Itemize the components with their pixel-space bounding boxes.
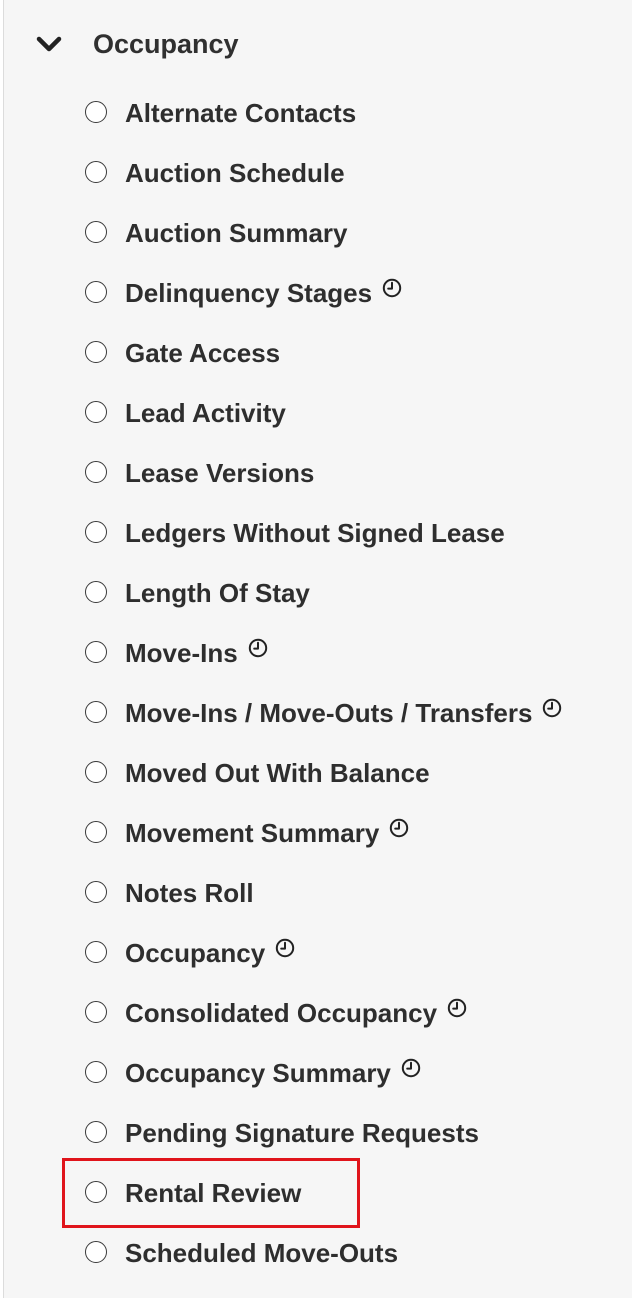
radio-unchecked-icon[interactable] bbox=[85, 881, 107, 903]
report-label-text: Gate Access bbox=[125, 338, 281, 368]
report-label-text: Occupancy Summary bbox=[125, 1058, 391, 1088]
report-label[interactable]: Notes Roll bbox=[125, 876, 254, 910]
report-item-move-ins-move-outs-transfers[interactable]: Move-Ins / Move-Outs / Transfers bbox=[4, 684, 632, 744]
radio-unchecked-icon[interactable] bbox=[85, 581, 107, 603]
radio-unchecked-icon[interactable] bbox=[85, 1181, 107, 1203]
report-label[interactable]: Lead Activity bbox=[125, 396, 286, 430]
radio-unchecked-icon[interactable] bbox=[85, 1241, 107, 1263]
report-item-consolidated-occupancy[interactable]: Consolidated Occupancy bbox=[4, 984, 632, 1044]
report-label-text: Consolidated Occupancy bbox=[125, 998, 438, 1028]
clock-icon bbox=[248, 638, 267, 658]
report-label-text: Move-Ins bbox=[125, 638, 238, 668]
report-item-length-of-stay[interactable]: Length Of Stay bbox=[4, 564, 632, 624]
report-label-text: Movement Summary bbox=[125, 818, 380, 848]
report-item-scheduled-move-outs[interactable]: Scheduled Move-Outs bbox=[4, 1224, 632, 1284]
radio-unchecked-icon[interactable] bbox=[85, 341, 107, 363]
report-item-rental-review[interactable]: Rental Review bbox=[4, 1164, 632, 1224]
radio-unchecked-icon[interactable] bbox=[85, 641, 107, 663]
report-label-text: Auction Schedule bbox=[125, 158, 345, 188]
report-item-auction-schedule[interactable]: Auction Schedule bbox=[4, 144, 632, 204]
radio-unchecked-icon[interactable] bbox=[85, 521, 107, 543]
section-header-occupancy[interactable]: Occupancy bbox=[4, 14, 632, 74]
radio-unchecked-icon[interactable] bbox=[85, 221, 107, 243]
report-label[interactable]: Occupancy bbox=[125, 936, 295, 970]
report-label[interactable]: Scheduled Move-Outs bbox=[125, 1236, 398, 1270]
report-item-auction-summary[interactable]: Auction Summary bbox=[4, 204, 632, 264]
clock-icon bbox=[275, 938, 295, 958]
report-label-text: Alternate Contacts bbox=[125, 98, 357, 128]
clock-icon bbox=[401, 1058, 421, 1078]
report-label[interactable]: Move-Ins / Move-Outs / Transfers bbox=[125, 696, 562, 730]
report-label[interactable]: Move-Ins bbox=[125, 636, 268, 670]
report-label[interactable]: Ledgers Without Signed Lease bbox=[125, 516, 505, 550]
radio-unchecked-icon[interactable] bbox=[85, 1001, 107, 1023]
radio-unchecked-icon[interactable] bbox=[85, 101, 107, 123]
report-label-text: Notes Roll bbox=[125, 878, 254, 908]
report-item-move-ins[interactable]: Move-Ins bbox=[4, 624, 632, 684]
report-item-notes-roll[interactable]: Notes Roll bbox=[4, 864, 632, 924]
clock-icon bbox=[390, 818, 409, 838]
report-label-text: Ledgers Without Signed Lease bbox=[125, 518, 505, 548]
report-label[interactable]: Length Of Stay bbox=[125, 576, 310, 610]
report-list: Alternate Contacts Auction Schedule Auctio… bbox=[4, 84, 632, 1284]
report-label[interactable]: Gate Access bbox=[125, 336, 280, 370]
radio-unchecked-icon[interactable] bbox=[85, 761, 107, 783]
radio-unchecked-icon[interactable] bbox=[85, 1061, 107, 1083]
report-label-text: Occupancy bbox=[125, 938, 266, 968]
report-category-panel: Occupancy Alternate Contacts Auction Sche… bbox=[3, 0, 632, 1298]
report-item-pending-signature-requests[interactable]: Pending Signature Requests bbox=[4, 1104, 632, 1164]
report-item-occupancy[interactable]: Occupancy bbox=[4, 924, 632, 984]
report-item-lease-versions[interactable]: Lease Versions bbox=[4, 444, 632, 504]
report-item-gate-access[interactable]: Gate Access bbox=[4, 324, 632, 384]
chevron-down-icon[interactable] bbox=[36, 36, 62, 54]
report-label[interactable]: Rental Review bbox=[125, 1176, 301, 1210]
radio-unchecked-icon[interactable] bbox=[85, 401, 107, 423]
radio-unchecked-icon[interactable] bbox=[85, 281, 107, 303]
report-item-moved-out-with-balance[interactable]: Moved Out With Balance bbox=[4, 744, 632, 804]
report-label[interactable]: Auction Summary bbox=[125, 216, 348, 250]
report-label[interactable]: Auction Schedule bbox=[125, 156, 345, 190]
clock-icon bbox=[447, 998, 467, 1018]
report-label-text: Pending Signature Requests bbox=[125, 1118, 479, 1148]
report-label[interactable]: Alternate Contacts bbox=[125, 96, 356, 130]
report-label-text: Rental Review bbox=[125, 1178, 302, 1208]
report-label[interactable]: Pending Signature Requests bbox=[125, 1116, 479, 1150]
report-label[interactable]: Occupancy Summary bbox=[125, 1056, 421, 1090]
report-item-ledgers-without-signed-lease[interactable]: Ledgers Without Signed Lease bbox=[4, 504, 632, 564]
report-label[interactable]: Movement Summary bbox=[125, 816, 409, 850]
report-label-text: Moved Out With Balance bbox=[125, 758, 430, 788]
report-label-text: Length Of Stay bbox=[125, 578, 310, 608]
radio-unchecked-icon[interactable] bbox=[85, 821, 107, 843]
report-label[interactable]: Delinquency Stages bbox=[125, 276, 402, 310]
radio-unchecked-icon[interactable] bbox=[85, 461, 107, 483]
report-item-occupancy-summary[interactable]: Occupancy Summary bbox=[4, 1044, 632, 1104]
report-item-delinquency-stages[interactable]: Delinquency Stages bbox=[4, 264, 632, 324]
radio-unchecked-icon[interactable] bbox=[85, 161, 107, 183]
report-label[interactable]: Moved Out With Balance bbox=[125, 756, 430, 790]
section-title: Occupancy bbox=[93, 29, 239, 59]
report-label-text: Move-Ins / Move-Outs / Transfers bbox=[125, 698, 533, 728]
report-label-text: Lease Versions bbox=[125, 458, 315, 488]
report-label-text: Auction Summary bbox=[125, 218, 348, 248]
report-label-text: Scheduled Move-Outs bbox=[125, 1238, 399, 1268]
report-label-text: Delinquency Stages bbox=[125, 278, 373, 308]
report-item-lead-activity[interactable]: Lead Activity bbox=[4, 384, 632, 444]
radio-unchecked-icon[interactable] bbox=[85, 941, 107, 963]
radio-unchecked-icon[interactable] bbox=[85, 1121, 107, 1143]
report-item-alternate-contacts[interactable]: Alternate Contacts bbox=[4, 84, 632, 144]
report-label[interactable]: Lease Versions bbox=[125, 456, 314, 490]
report-item-movement-summary[interactable]: Movement Summary bbox=[4, 804, 632, 864]
clock-icon bbox=[382, 278, 402, 298]
report-label[interactable]: Consolidated Occupancy bbox=[125, 996, 467, 1030]
report-label-text: Lead Activity bbox=[125, 398, 286, 428]
clock-icon bbox=[543, 698, 562, 718]
radio-unchecked-icon[interactable] bbox=[85, 701, 107, 723]
